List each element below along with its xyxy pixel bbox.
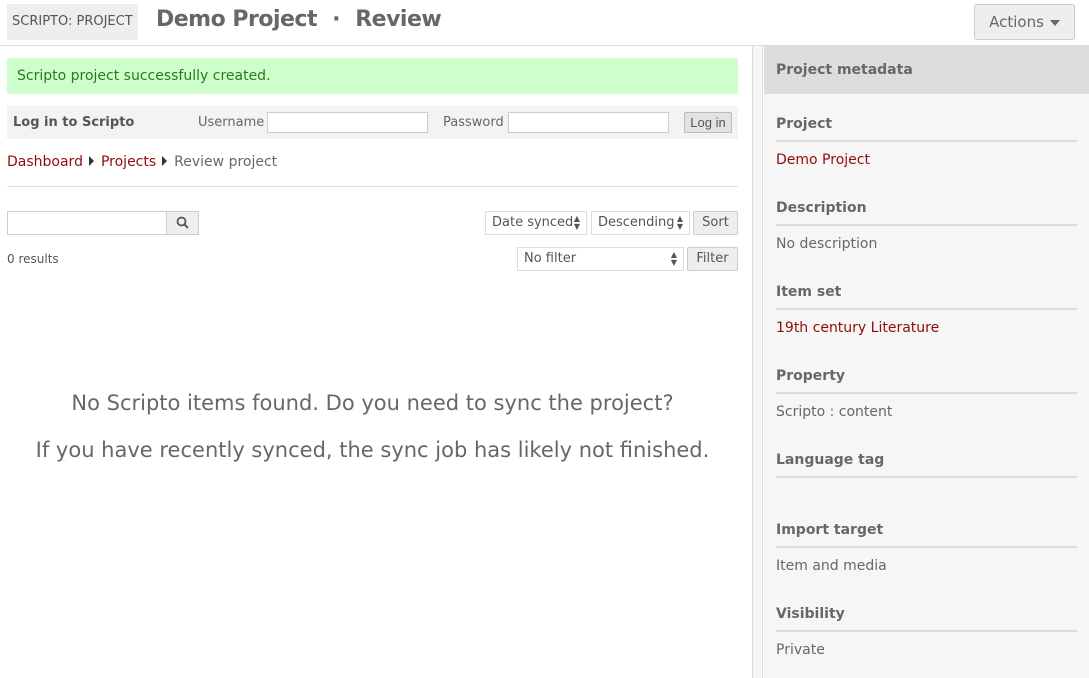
password-label: Password (443, 115, 504, 130)
caret-right-icon (162, 156, 168, 166)
sort-by-value: Date synced (492, 215, 574, 230)
meta-label: Visibility (776, 606, 1077, 632)
filter-value: No filter (524, 251, 577, 266)
breadcrumb-current: Review project (174, 154, 278, 170)
search-icon (176, 216, 189, 229)
meta-value: Scripto : content (776, 404, 893, 420)
select-arrows-icon: ▲ ▼ (676, 214, 683, 231)
meta-property: Property Scripto : content (764, 368, 1089, 421)
search-button[interactable] (166, 211, 199, 235)
username-input[interactable] (267, 112, 428, 133)
meta-item-set: Item set 19th century Literature (764, 284, 1089, 337)
meta-import-target: Import target Item and media (764, 522, 1089, 575)
results-count: 0 results (7, 252, 59, 266)
meta-value: Item and media (776, 558, 887, 574)
item-set-link[interactable]: 19th century Literature (776, 320, 1077, 337)
brand-label: SCRIPTO: PROJECT (7, 4, 138, 40)
login-title: Log in to Scripto (13, 115, 135, 130)
meta-language-tag: Language tag (764, 452, 1089, 505)
login-button[interactable]: Log in (684, 112, 732, 133)
empty-hint: If you have recently synced, the sync jo… (35, 438, 710, 462)
meta-value (776, 488, 1077, 505)
caret-down-icon (1049, 19, 1060, 26)
login-form: Log in to Scripto Username Password Log … (7, 106, 738, 139)
meta-label: Description (776, 200, 1077, 226)
username-label: Username (198, 115, 265, 130)
meta-value: No description (776, 236, 878, 252)
actions-button[interactable]: Actions (974, 4, 1075, 40)
password-input[interactable] (508, 112, 669, 133)
actions-label: Actions (989, 13, 1044, 31)
meta-label: Property (776, 368, 1077, 394)
meta-value: Private (776, 642, 825, 658)
page-title: Demo Project · Review (156, 7, 442, 32)
page-subtitle: Review (355, 7, 442, 32)
project-link[interactable]: Demo Project (776, 152, 1077, 169)
sort-order-select[interactable]: Descending ▲ ▼ (591, 211, 690, 235)
breadcrumb-dashboard[interactable]: Dashboard (7, 154, 83, 170)
filter-select[interactable]: No filter ▲ ▼ (517, 247, 684, 271)
breadcrumb-projects[interactable]: Projects (101, 154, 156, 170)
project-title: Demo Project (156, 7, 318, 32)
meta-label: Project (776, 116, 1077, 142)
select-arrows-icon: ▲ ▼ (670, 250, 677, 267)
sidebar-title: Project metadata (764, 46, 1089, 94)
project-metadata-sidebar: Project metadata Project Demo Project Des… (764, 46, 1089, 678)
success-message: Scripto project successfully created. (7, 58, 738, 94)
title-separator: · (332, 7, 341, 32)
filter-button[interactable]: Filter (687, 247, 738, 271)
sort-order-value: Descending (598, 215, 675, 230)
search-input[interactable] (7, 211, 167, 235)
empty-message: No Scripto items found. Do you need to s… (71, 391, 674, 415)
divider (7, 186, 738, 187)
panel-divider (752, 46, 763, 678)
meta-visibility: Visibility Private (764, 606, 1089, 659)
meta-description: Description No description (764, 200, 1089, 253)
meta-label: Language tag (776, 452, 1077, 478)
sort-button[interactable]: Sort (693, 211, 738, 235)
meta-label: Import target (776, 522, 1077, 548)
sort-by-select[interactable]: Date synced ▲ ▼ (485, 211, 587, 235)
meta-label: Item set (776, 284, 1077, 310)
breadcrumb: Dashboard Projects Review project (7, 154, 277, 170)
select-arrows-icon: ▲ ▼ (573, 214, 580, 231)
caret-right-icon (88, 156, 94, 166)
meta-project: Project Demo Project (764, 116, 1089, 169)
header: SCRIPTO: PROJECT Demo Project · Review A… (0, 0, 1089, 46)
